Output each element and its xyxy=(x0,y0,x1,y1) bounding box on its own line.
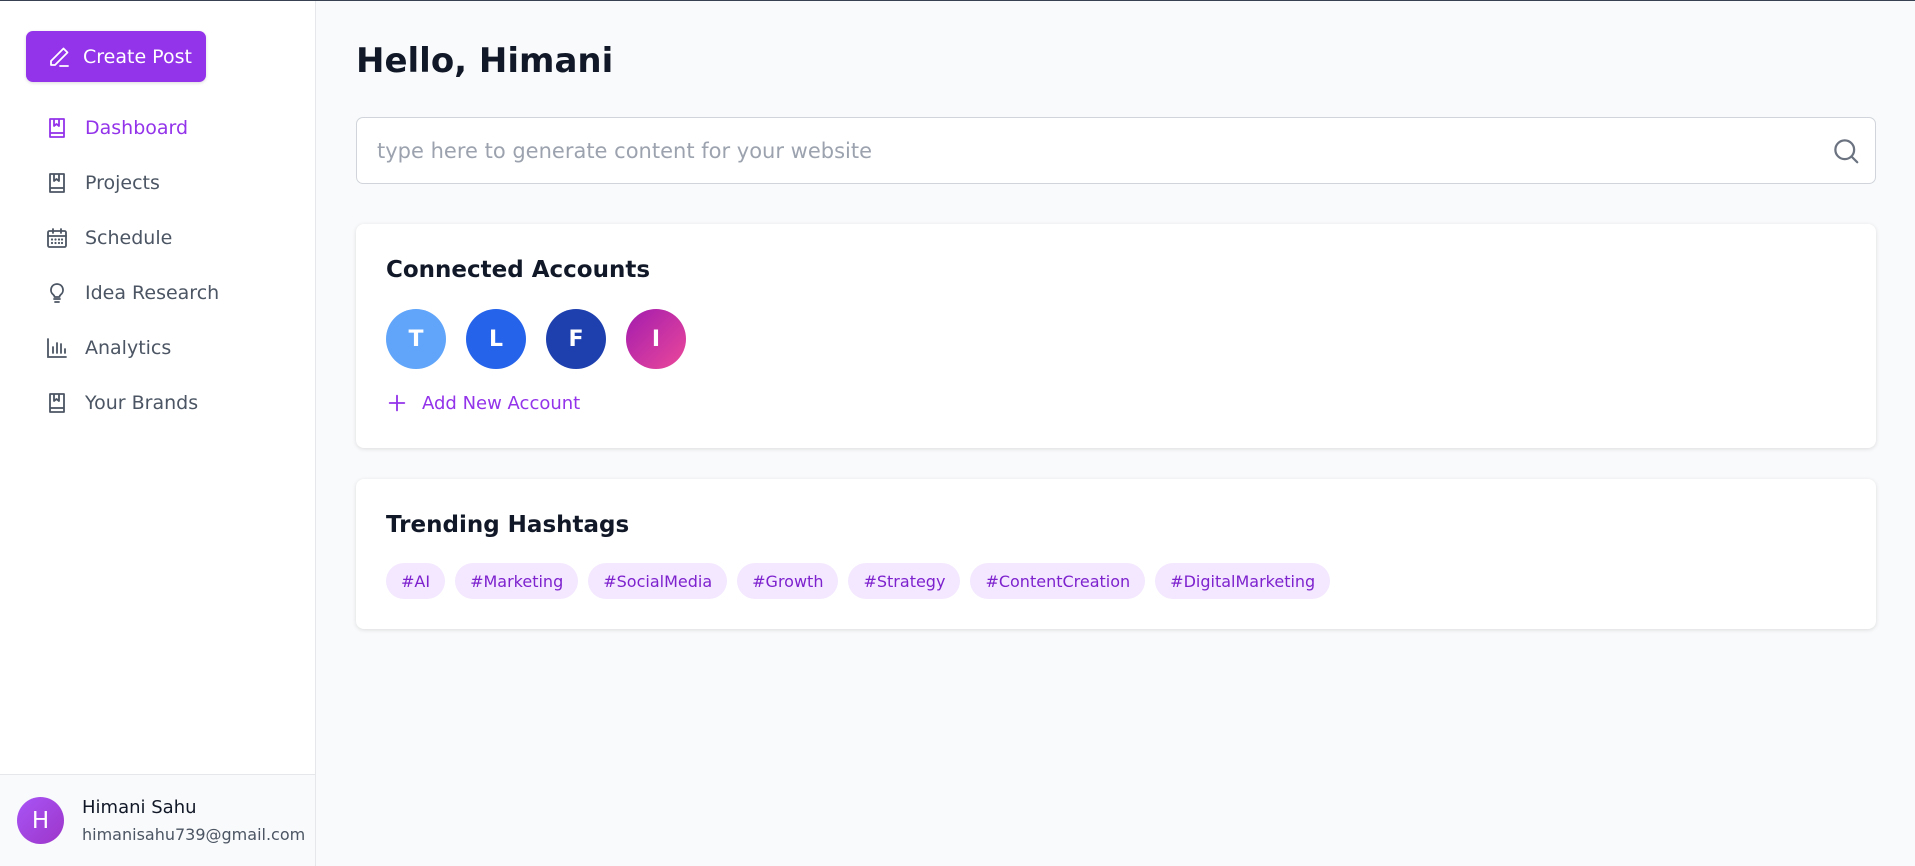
pencil-icon xyxy=(50,47,69,67)
account-avatar-i[interactable]: I xyxy=(626,309,686,369)
user-profile[interactable]: H Himani Sahu himanisahu739@gmail.com xyxy=(0,774,315,866)
account-avatar-f[interactable]: F xyxy=(546,309,606,369)
plus-icon xyxy=(388,394,406,412)
add-account-button[interactable]: Add New Account xyxy=(386,392,580,414)
sidebar-item-your-brands[interactable]: Your Brands xyxy=(26,375,296,430)
sidebar-item-analytics[interactable]: Analytics xyxy=(26,320,296,375)
account-avatar-t[interactable]: T xyxy=(386,309,446,369)
bar-chart-icon xyxy=(47,337,67,358)
account-avatar-l[interactable]: L xyxy=(466,309,526,369)
hashtag-chip[interactable]: #Marketing xyxy=(455,563,579,599)
book-icon xyxy=(49,172,65,193)
user-info: Himani Sahu himanisahu739@gmail.com xyxy=(82,797,305,844)
create-post-button[interactable]: Create Post xyxy=(26,31,206,82)
book-icon xyxy=(49,392,65,413)
sidebar-item-label: Dashboard xyxy=(85,116,189,139)
search-bar xyxy=(356,117,1876,184)
sidebar-nav: Dashboard Projects Schedule Idea Researc… xyxy=(26,100,296,430)
sidebar-item-idea-research[interactable]: Idea Research xyxy=(26,265,296,320)
calendar-icon xyxy=(47,227,67,248)
sidebar-item-label: Idea Research xyxy=(85,281,220,304)
main-content: Hello, Himani Connected Accounts T L F I… xyxy=(316,1,1915,866)
hashtag-chip[interactable]: #Growth xyxy=(737,563,839,599)
sidebar-item-label: Your Brands xyxy=(85,391,199,414)
hashtag-chip[interactable]: #Strategy xyxy=(848,563,961,599)
trending-hashtags-card: Trending Hashtags #AI #Marketing #Social… xyxy=(356,479,1876,629)
add-account-label: Add New Account xyxy=(422,392,581,414)
sidebar-item-label: Analytics xyxy=(85,336,172,359)
user-name: Himani Sahu xyxy=(82,797,197,818)
sidebar-item-schedule[interactable]: Schedule xyxy=(26,210,296,265)
accounts-list: T L F I xyxy=(386,309,686,369)
search-input[interactable] xyxy=(357,118,1875,183)
page-title: Hello, Himani xyxy=(356,41,614,81)
hashtag-chip[interactable]: #SocialMedia xyxy=(588,563,728,599)
connected-accounts-title: Connected Accounts xyxy=(386,257,651,283)
create-post-label: Create Post xyxy=(83,45,192,68)
trending-hashtags-title: Trending Hashtags xyxy=(386,512,630,538)
book-icon xyxy=(49,117,65,138)
hashtag-chip[interactable]: #AI xyxy=(386,563,446,599)
search-icon[interactable] xyxy=(1831,136,1861,166)
hashtag-chip[interactable]: #DigitalMarketing xyxy=(1155,563,1331,599)
sidebar: Create Post Dashboard Projects Schedule … xyxy=(0,1,316,866)
avatar: H xyxy=(17,797,64,844)
hashtag-list: #AI #Marketing #SocialMedia #Growth #Str… xyxy=(386,563,1331,599)
sidebar-item-label: Schedule xyxy=(85,226,173,249)
lightbulb-icon xyxy=(50,282,64,303)
sidebar-item-projects[interactable]: Projects xyxy=(26,155,296,210)
user-email: himanisahu739@gmail.com xyxy=(82,825,306,844)
connected-accounts-card: Connected Accounts T L F I Add New Accou… xyxy=(356,224,1876,448)
sidebar-item-label: Projects xyxy=(85,171,160,194)
hashtag-chip[interactable]: #ContentCreation xyxy=(970,563,1146,599)
sidebar-item-dashboard[interactable]: Dashboard xyxy=(26,100,296,155)
